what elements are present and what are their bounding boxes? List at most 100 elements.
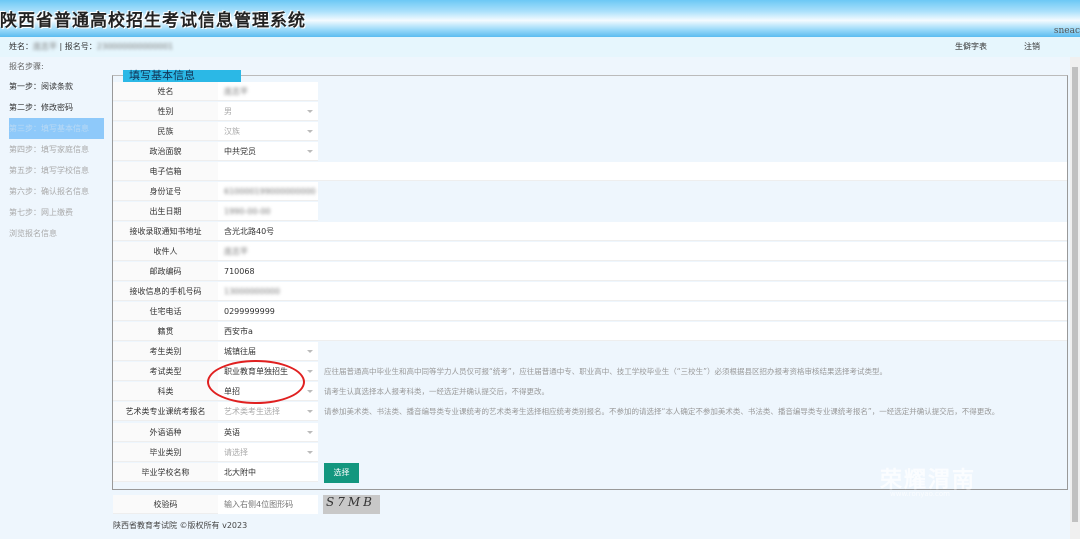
field-label: 姓名: [113, 82, 218, 101]
form-row: 毕业类别 请选择: [113, 443, 1067, 463]
app-title: 陕西省普通高校招生考试信息管理系统: [0, 11, 306, 31]
field-label: 外语语种: [113, 423, 218, 442]
field-label: 艺术类专业课统考报名: [113, 402, 218, 421]
chevron-down-icon: [307, 431, 313, 434]
captcha-input[interactable]: [218, 495, 318, 514]
field-hint: 请考生认真选择本人报考科类，一经选定并确认提交后，不得更改。: [324, 387, 549, 396]
field-input[interactable]: [218, 162, 1067, 181]
footer: 陕西省教育考试院 ©版权所有 v2023: [113, 521, 248, 530]
field-label: 收件人: [113, 242, 218, 261]
name-label: 姓名：: [9, 42, 33, 51]
field-value: 庞志平: [224, 247, 248, 256]
field-select[interactable]: 汉族: [218, 122, 318, 141]
field-label: 籍贯: [113, 322, 218, 341]
field-input[interactable]: 13000000000: [218, 282, 1067, 301]
field-label: 考试类型: [113, 362, 218, 381]
field-hint: 应往届普通高中毕业生和高中同等学力人员仅可报“统考”，应往届普通中专、职业高中、…: [324, 367, 888, 376]
field-input[interactable]: 庞志平: [218, 242, 1067, 261]
chevron-down-icon: [307, 130, 313, 133]
sidebar-step-1[interactable]: 第一步：阅读条款: [0, 76, 104, 97]
form-row: 民族 汉族: [113, 122, 1067, 142]
field-value: 北大附中: [224, 468, 256, 477]
field-label: 科类: [113, 382, 218, 401]
field-label: 接收录取通知书地址: [113, 222, 218, 241]
form-row: 出生日期 1990-00-00: [113, 202, 1067, 222]
form-row: 政治面貌 中共党员: [113, 142, 1067, 162]
field-label: 邮政编码: [113, 262, 218, 281]
form-row: 考生类别 城镇往届: [113, 342, 1067, 362]
form-row: 姓名 庞志平: [113, 82, 1067, 102]
field-value: 610000199000000000: [224, 187, 316, 196]
sidebar: 报名步骤: 第一步：阅读条款 第二步：修改密码 第三步：填写基本信息 第四步：填写家庭…: [0, 57, 108, 244]
rare-char-table-link[interactable]: 生僻字表: [955, 37, 987, 57]
field-select[interactable]: 城镇往届: [218, 342, 318, 361]
form-row: 住宅电话 0299999999: [113, 302, 1067, 322]
sidebar-step-7[interactable]: 第七步：网上缴费: [0, 202, 104, 223]
field-input[interactable]: 610000199000000000: [218, 182, 318, 201]
field-select[interactable]: 艺术类考生选择: [218, 402, 318, 421]
choose-school-button[interactable]: 选择: [324, 463, 359, 483]
logout-link[interactable]: 注销: [1024, 37, 1040, 57]
form-row: 籍贯 西安市a: [113, 322, 1067, 342]
scrollbar-thumb[interactable]: [1072, 67, 1078, 522]
field-hint: 请参加美术类、书法类、播音编导类专业课统考的艺术类考生选择相应统考类别报名。不参…: [324, 407, 1000, 416]
field-select[interactable]: 中共党员: [218, 142, 318, 161]
field-label: 住宅电话: [113, 302, 218, 321]
field-input[interactable]: 西安市a: [218, 322, 1067, 341]
field-select[interactable]: 男: [218, 102, 318, 121]
sidebar-heading: 报名步骤:: [9, 62, 44, 71]
field-value: 西安市a: [224, 327, 253, 336]
field-value: 请选择: [224, 448, 248, 457]
field-label: 出生日期: [113, 202, 218, 221]
sidebar-step-5[interactable]: 第五步：填写学校信息: [0, 160, 104, 181]
field-input[interactable]: 710068: [218, 262, 1067, 281]
info-bar: 姓名：庞志平 | 报名号：230000000000001 生僻字表 注销: [0, 37, 1080, 57]
watermark-url: www.ronyao.com: [890, 490, 950, 498]
form-row: 接收信息的手机号码 13000000000: [113, 282, 1067, 302]
field-input[interactable]: 1990-00-00: [218, 202, 318, 221]
captcha-label: 校验码: [113, 495, 218, 514]
field-input[interactable]: 北大附中: [218, 463, 318, 482]
field-select[interactable]: 请选择: [218, 443, 318, 462]
field-label: 毕业学校名称: [113, 463, 218, 482]
field-value: 1990-00-00: [224, 207, 271, 216]
field-input[interactable]: 庞志平: [218, 82, 318, 101]
sidebar-step-3[interactable]: 第三步：填写基本信息: [9, 118, 104, 139]
field-label: 毕业类别: [113, 443, 218, 462]
fieldset-legend: 填写基本信息: [123, 70, 241, 82]
chevron-down-icon: [307, 451, 313, 454]
chevron-down-icon: [307, 110, 313, 113]
form-row: 身份证号 610000199000000000: [113, 182, 1067, 202]
chevron-down-icon: [307, 350, 313, 353]
app-header: 陕西省普通高校招生考试信息管理系统 sneac: [0, 0, 1080, 37]
field-label: 接收信息的手机号码: [113, 282, 218, 301]
sidebar-step-6[interactable]: 第六步：确认报名信息: [0, 181, 104, 202]
form-row: 艺术类专业课统考报名 艺术类考生选择 请参加美术类、书法类、播音编导类专业课统考的艺…: [113, 402, 1067, 422]
field-label: 考生类别: [113, 342, 218, 361]
field-value: 艺术类考生选择: [224, 407, 280, 416]
reg-number: 230000000000001: [96, 42, 174, 51]
field-value: 中共党员: [224, 147, 256, 156]
field-value: 庞志平: [224, 87, 248, 96]
form-row: 性别男: [113, 102, 1067, 122]
captcha-row: 校验码: [113, 495, 1067, 515]
sidebar-step-2[interactable]: 第二步：修改密码: [0, 97, 104, 118]
form-row: 外语语种 英语: [113, 423, 1067, 443]
field-value: 汉族: [224, 127, 240, 136]
form-row: 收件人 庞志平: [113, 242, 1067, 262]
field-input[interactable]: 含光北路40号: [218, 222, 1067, 241]
candidate-name: 庞志平: [33, 42, 57, 51]
sidebar-step-8[interactable]: 浏览报名信息: [0, 223, 104, 244]
scrollbar[interactable]: [1070, 57, 1080, 539]
field-label: 电子信箱: [113, 162, 218, 181]
field-input[interactable]: 0299999999: [218, 302, 1067, 321]
field-label: 民族: [113, 122, 218, 141]
red-circle-annotation: [207, 360, 305, 404]
chevron-down-icon: [307, 410, 313, 413]
sidebar-step-4[interactable]: 第四步：填写家庭信息: [0, 139, 104, 160]
field-select[interactable]: 英语: [218, 423, 318, 442]
captcha-image[interactable]: S7MB: [323, 495, 380, 514]
field-value: 英语: [224, 428, 240, 437]
field-value: 男: [224, 107, 232, 116]
header-user: sneac: [1053, 26, 1080, 36]
